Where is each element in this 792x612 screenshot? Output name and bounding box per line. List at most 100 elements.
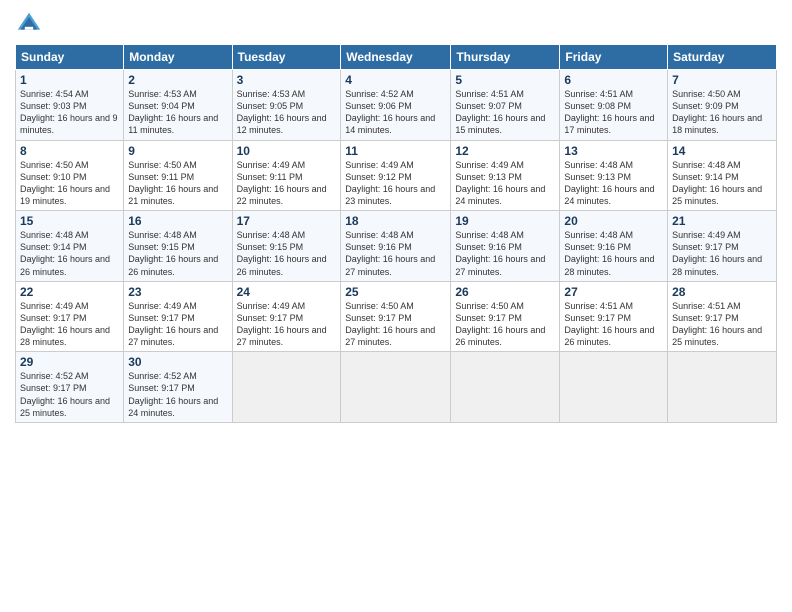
day-number: 3 (237, 73, 337, 87)
calendar-cell: 2Sunrise: 4:53 AMSunset: 9:04 PMDaylight… (124, 70, 232, 141)
day-info: Sunrise: 4:52 AMSunset: 9:06 PMDaylight:… (345, 88, 446, 137)
calendar-cell: 8Sunrise: 4:50 AMSunset: 9:10 PMDaylight… (16, 140, 124, 211)
day-number: 17 (237, 214, 337, 228)
day-info: Sunrise: 4:50 AMSunset: 9:10 PMDaylight:… (20, 159, 119, 208)
day-number: 11 (345, 144, 446, 158)
calendar-cell (668, 352, 777, 423)
weekday-thursday: Thursday (451, 45, 560, 70)
calendar-cell: 4Sunrise: 4:52 AMSunset: 9:06 PMDaylight… (341, 70, 451, 141)
calendar-cell: 18Sunrise: 4:48 AMSunset: 9:16 PMDayligh… (341, 211, 451, 282)
calendar-cell: 30Sunrise: 4:52 AMSunset: 9:17 PMDayligh… (124, 352, 232, 423)
day-number: 13 (564, 144, 663, 158)
day-info: Sunrise: 4:48 AMSunset: 9:15 PMDaylight:… (237, 229, 337, 278)
day-number: 14 (672, 144, 772, 158)
week-row-4: 22Sunrise: 4:49 AMSunset: 9:17 PMDayligh… (16, 281, 777, 352)
calendar-cell: 5Sunrise: 4:51 AMSunset: 9:07 PMDaylight… (451, 70, 560, 141)
day-info: Sunrise: 4:50 AMSunset: 9:09 PMDaylight:… (672, 88, 772, 137)
day-number: 9 (128, 144, 227, 158)
day-info: Sunrise: 4:48 AMSunset: 9:13 PMDaylight:… (564, 159, 663, 208)
page: SundayMondayTuesdayWednesdayThursdayFrid… (0, 0, 792, 612)
calendar-cell: 22Sunrise: 4:49 AMSunset: 9:17 PMDayligh… (16, 281, 124, 352)
day-number: 10 (237, 144, 337, 158)
day-number: 15 (20, 214, 119, 228)
day-info: Sunrise: 4:53 AMSunset: 9:04 PMDaylight:… (128, 88, 227, 137)
day-number: 16 (128, 214, 227, 228)
calendar-cell: 10Sunrise: 4:49 AMSunset: 9:11 PMDayligh… (232, 140, 341, 211)
weekday-header-row: SundayMondayTuesdayWednesdayThursdayFrid… (16, 45, 777, 70)
day-info: Sunrise: 4:50 AMSunset: 9:17 PMDaylight:… (345, 300, 446, 349)
day-number: 2 (128, 73, 227, 87)
header (15, 10, 777, 38)
day-info: Sunrise: 4:49 AMSunset: 9:13 PMDaylight:… (455, 159, 555, 208)
weekday-friday: Friday (560, 45, 668, 70)
day-info: Sunrise: 4:49 AMSunset: 9:17 PMDaylight:… (237, 300, 337, 349)
calendar-cell: 14Sunrise: 4:48 AMSunset: 9:14 PMDayligh… (668, 140, 777, 211)
day-info: Sunrise: 4:52 AMSunset: 9:17 PMDaylight:… (20, 370, 119, 419)
week-row-5: 29Sunrise: 4:52 AMSunset: 9:17 PMDayligh… (16, 352, 777, 423)
day-number: 19 (455, 214, 555, 228)
calendar-cell: 3Sunrise: 4:53 AMSunset: 9:05 PMDaylight… (232, 70, 341, 141)
calendar-cell (341, 352, 451, 423)
day-info: Sunrise: 4:53 AMSunset: 9:05 PMDaylight:… (237, 88, 337, 137)
day-number: 25 (345, 285, 446, 299)
day-number: 22 (20, 285, 119, 299)
day-number: 27 (564, 285, 663, 299)
day-number: 29 (20, 355, 119, 369)
weekday-saturday: Saturday (668, 45, 777, 70)
calendar-cell: 15Sunrise: 4:48 AMSunset: 9:14 PMDayligh… (16, 211, 124, 282)
day-number: 12 (455, 144, 555, 158)
calendar-cell: 21Sunrise: 4:49 AMSunset: 9:17 PMDayligh… (668, 211, 777, 282)
day-info: Sunrise: 4:49 AMSunset: 9:12 PMDaylight:… (345, 159, 446, 208)
day-number: 26 (455, 285, 555, 299)
calendar-cell: 28Sunrise: 4:51 AMSunset: 9:17 PMDayligh… (668, 281, 777, 352)
weekday-sunday: Sunday (16, 45, 124, 70)
day-info: Sunrise: 4:48 AMSunset: 9:15 PMDaylight:… (128, 229, 227, 278)
calendar-cell: 25Sunrise: 4:50 AMSunset: 9:17 PMDayligh… (341, 281, 451, 352)
day-number: 30 (128, 355, 227, 369)
day-number: 28 (672, 285, 772, 299)
calendar-cell: 11Sunrise: 4:49 AMSunset: 9:12 PMDayligh… (341, 140, 451, 211)
day-number: 4 (345, 73, 446, 87)
day-info: Sunrise: 4:49 AMSunset: 9:11 PMDaylight:… (237, 159, 337, 208)
calendar-cell (451, 352, 560, 423)
day-info: Sunrise: 4:48 AMSunset: 9:16 PMDaylight:… (455, 229, 555, 278)
calendar-cell (232, 352, 341, 423)
calendar-cell: 19Sunrise: 4:48 AMSunset: 9:16 PMDayligh… (451, 211, 560, 282)
calendar-cell (560, 352, 668, 423)
day-info: Sunrise: 4:49 AMSunset: 9:17 PMDaylight:… (672, 229, 772, 278)
day-number: 7 (672, 73, 772, 87)
day-info: Sunrise: 4:48 AMSunset: 9:14 PMDaylight:… (20, 229, 119, 278)
week-row-2: 8Sunrise: 4:50 AMSunset: 9:10 PMDaylight… (16, 140, 777, 211)
day-info: Sunrise: 4:49 AMSunset: 9:17 PMDaylight:… (20, 300, 119, 349)
logo-icon (15, 10, 43, 38)
day-info: Sunrise: 4:52 AMSunset: 9:17 PMDaylight:… (128, 370, 227, 419)
day-number: 5 (455, 73, 555, 87)
logo (15, 10, 45, 38)
calendar-cell: 24Sunrise: 4:49 AMSunset: 9:17 PMDayligh… (232, 281, 341, 352)
day-number: 6 (564, 73, 663, 87)
weekday-wednesday: Wednesday (341, 45, 451, 70)
day-info: Sunrise: 4:48 AMSunset: 9:16 PMDaylight:… (564, 229, 663, 278)
calendar-cell: 12Sunrise: 4:49 AMSunset: 9:13 PMDayligh… (451, 140, 560, 211)
day-info: Sunrise: 4:51 AMSunset: 9:17 PMDaylight:… (564, 300, 663, 349)
week-row-1: 1Sunrise: 4:54 AMSunset: 9:03 PMDaylight… (16, 70, 777, 141)
weekday-monday: Monday (124, 45, 232, 70)
calendar-cell: 13Sunrise: 4:48 AMSunset: 9:13 PMDayligh… (560, 140, 668, 211)
calendar-cell: 1Sunrise: 4:54 AMSunset: 9:03 PMDaylight… (16, 70, 124, 141)
calendar-cell: 29Sunrise: 4:52 AMSunset: 9:17 PMDayligh… (16, 352, 124, 423)
day-info: Sunrise: 4:49 AMSunset: 9:17 PMDaylight:… (128, 300, 227, 349)
calendar-cell: 27Sunrise: 4:51 AMSunset: 9:17 PMDayligh… (560, 281, 668, 352)
calendar-cell: 23Sunrise: 4:49 AMSunset: 9:17 PMDayligh… (124, 281, 232, 352)
day-number: 23 (128, 285, 227, 299)
calendar-cell: 26Sunrise: 4:50 AMSunset: 9:17 PMDayligh… (451, 281, 560, 352)
day-number: 8 (20, 144, 119, 158)
day-number: 18 (345, 214, 446, 228)
day-number: 20 (564, 214, 663, 228)
day-number: 21 (672, 214, 772, 228)
day-info: Sunrise: 4:54 AMSunset: 9:03 PMDaylight:… (20, 88, 119, 137)
day-number: 24 (237, 285, 337, 299)
day-number: 1 (20, 73, 119, 87)
calendar-cell: 20Sunrise: 4:48 AMSunset: 9:16 PMDayligh… (560, 211, 668, 282)
week-row-3: 15Sunrise: 4:48 AMSunset: 9:14 PMDayligh… (16, 211, 777, 282)
calendar-cell: 6Sunrise: 4:51 AMSunset: 9:08 PMDaylight… (560, 70, 668, 141)
